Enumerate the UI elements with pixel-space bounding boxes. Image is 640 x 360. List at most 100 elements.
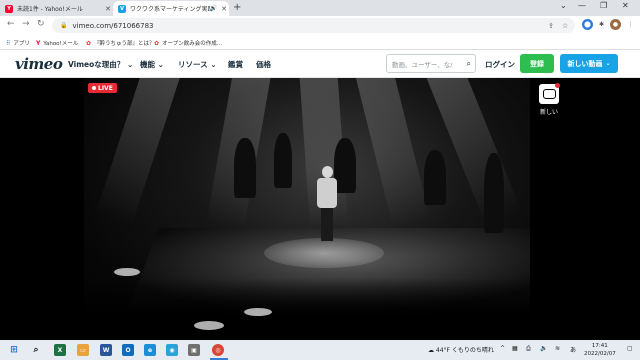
puzzle-icon[interactable]: ✱ — [596, 19, 607, 30]
vimeo-header: vimeo Vimeoな理由？ ⌄ 機能 ⌄ リソース ⌄ 鑑賞 価格 動画、ユ… — [0, 50, 640, 78]
menu-label: Vimeoな理由？ — [68, 60, 125, 69]
address-url: vimeo.com/671066783 — [72, 21, 154, 30]
chevron-down-icon: ⌄ — [157, 60, 164, 69]
stage-light — [354, 78, 431, 228]
system-clock[interactable]: 17:41 2022/02/07 — [584, 342, 616, 358]
avatar[interactable]: ● — [610, 19, 621, 30]
bookmarks-bar: ⠿ アプリ Y Yahoo!メール ✿ 『酔うちゅう部』とは？ ✿ オープン飲み… — [0, 35, 640, 50]
search-input[interactable]: 動画、ユーザー、な/ ⌕ — [386, 54, 476, 73]
clock-date: 2022/02/07 — [584, 351, 616, 357]
bookmark-apps[interactable]: ⠿ アプリ — [6, 39, 30, 48]
stage-light — [95, 78, 182, 227]
tab-strip: Y 未読1件 - Yahoo!メール ✕ V ワクワク系マーケティング実践会 🔊… — [0, 0, 640, 16]
bookmark-yochubu[interactable]: ✿ 『酔うちゅう部』とは？ — [86, 39, 155, 48]
minimize-icon[interactable]: — — [578, 1, 586, 10]
audience-area — [84, 278, 530, 340]
browser-chrome: Y 未読1件 - Yahoo!メール ✕ V ワクワク系マーケティング実践会 🔊… — [0, 0, 640, 50]
new-video-button[interactable]: 新しい動画 ⌄ — [560, 54, 618, 73]
spotlight — [264, 238, 384, 268]
speaker-icon[interactable]: 🔊 — [210, 5, 217, 12]
app-icon[interactable]: ▣ — [188, 344, 200, 356]
band-member — [424, 150, 446, 205]
chevron-down-icon: ⌄ — [605, 60, 611, 67]
menu-pricing[interactable]: 価格 — [256, 59, 271, 70]
menu-features[interactable]: 機能 ⌄ — [140, 59, 164, 70]
network-icon[interactable]: ▦ — [512, 345, 518, 352]
join-button[interactable]: 登録 — [520, 54, 554, 73]
player-stage: LIVE 新しい — [0, 78, 640, 340]
weather-text: 44°F くもりのち晴れ — [435, 347, 494, 354]
maximize-icon[interactable]: ❐ — [600, 1, 607, 10]
menu-resources[interactable]: リソース ⌄ — [178, 59, 217, 70]
menu-label: 機能 — [140, 60, 155, 69]
bookmark-label: アプリ — [13, 41, 30, 47]
audience-table — [244, 308, 272, 316]
bookmark-label: Yahoo!メール — [43, 41, 79, 47]
extension-icon[interactable]: ⬤ — [582, 19, 593, 30]
menu-label: リソース — [178, 60, 208, 69]
yahoo-icon: Y — [36, 39, 41, 47]
tab-close-icon[interactable]: ✕ — [103, 5, 113, 13]
login-link[interactable]: ログイン — [485, 59, 515, 70]
menu-kebab-icon[interactable]: ⋮ — [625, 19, 636, 30]
reload-icon[interactable]: ↻ — [37, 19, 45, 29]
taskbar: ⊞ ⌕ X ▭ W O e ◉ ▣ ◎ ☁ 44°F くもりのち晴れ ^ ▦ ⎙… — [0, 340, 640, 360]
star-icon[interactable]: ☆ — [562, 22, 568, 30]
audience-table — [194, 321, 224, 330]
new-notification-button[interactable]: 新しい — [537, 83, 561, 116]
tab-search-icon[interactable]: ⌄ — [560, 1, 567, 10]
new-tab-button[interactable]: + — [233, 2, 241, 13]
bookmark-yahoo-mail[interactable]: Y Yahoo!メール — [36, 39, 79, 48]
browser-icon[interactable]: ◉ — [166, 344, 178, 356]
tray-chevron-icon[interactable]: ^ — [500, 345, 505, 352]
speaker-icon[interactable]: 🔉 — [540, 345, 547, 352]
live-dot-icon — [92, 86, 96, 90]
tab-close-icon[interactable]: ✕ — [219, 5, 229, 13]
bookmark-open-nomikai[interactable]: ✿ オープン飲み会の作成... — [154, 39, 222, 48]
chevron-down-icon: ⌄ — [126, 60, 134, 69]
window-close-icon[interactable]: ✕ — [622, 1, 629, 10]
tab-yahoo-mail[interactable]: Y 未読1件 - Yahoo!メール ✕ — [0, 1, 113, 16]
cloud-icon: ☁ — [428, 347, 434, 354]
bookmark-label: オープン飲み会の作成... — [162, 41, 222, 47]
search-icon[interactable]: ⌕ — [467, 59, 471, 69]
address-bar[interactable]: 🔒 vimeo.com/671066783 ⇪ ☆ — [52, 18, 575, 33]
chevron-down-icon: ⌄ — [210, 60, 217, 69]
new-video-label: 新しい動画 — [567, 59, 603, 68]
menu-watch[interactable]: 鑑賞 — [228, 59, 243, 70]
back-icon[interactable]: ← — [7, 19, 15, 29]
live-badge: LIVE — [88, 83, 117, 93]
file-explorer-icon[interactable]: ▭ — [77, 344, 89, 356]
tab-vimeo[interactable]: V ワクワク系マーケティング実践会 🔊 ✕ — [113, 1, 229, 16]
vimeo-favicon-icon: V — [118, 4, 126, 13]
vimeo-logo[interactable]: vimeo — [15, 55, 63, 73]
outlook-icon[interactable]: O — [122, 344, 134, 356]
chrome-icon[interactable]: ◎ — [212, 344, 224, 356]
ime-indicator[interactable]: あ — [570, 345, 576, 354]
band-member — [234, 138, 256, 198]
printer-icon[interactable]: ⎙ — [526, 345, 531, 353]
bookmark-label: 『酔うちゅう部』とは？ — [94, 41, 155, 47]
yahoo-favicon-icon: Y — [5, 4, 13, 13]
video-player[interactable] — [84, 78, 530, 340]
wifi-icon[interactable]: ≋ — [555, 345, 560, 352]
share-icon[interactable]: ⇪ — [548, 22, 554, 30]
lock-icon: 🔒 — [60, 22, 68, 29]
band-member — [484, 153, 504, 233]
menu-why-vimeo[interactable]: Vimeoな理由？ ⌄ — [68, 59, 133, 70]
excel-icon[interactable]: X — [54, 344, 66, 356]
bookmark-page-icon: ✿ — [86, 39, 92, 47]
word-icon[interactable]: W — [100, 344, 112, 356]
chat-bubble-icon — [542, 89, 556, 99]
clock-time: 17:41 — [591, 343, 608, 349]
tab-title: 未読1件 - Yahoo!メール — [17, 6, 83, 13]
search-icon[interactable]: ⌕ — [30, 344, 42, 356]
weather-widget[interactable]: ☁ 44°F くもりのち晴れ — [428, 345, 494, 354]
lead-singer — [316, 166, 338, 241]
windows-start-icon[interactable]: ⊞ — [8, 344, 20, 356]
forward-icon[interactable]: → — [22, 19, 30, 29]
notification-icon[interactable]: ▢ — [627, 345, 633, 352]
edge-icon[interactable]: e — [144, 344, 156, 356]
live-label: LIVE — [98, 84, 113, 92]
new-badge-label: 新しい — [539, 109, 558, 116]
